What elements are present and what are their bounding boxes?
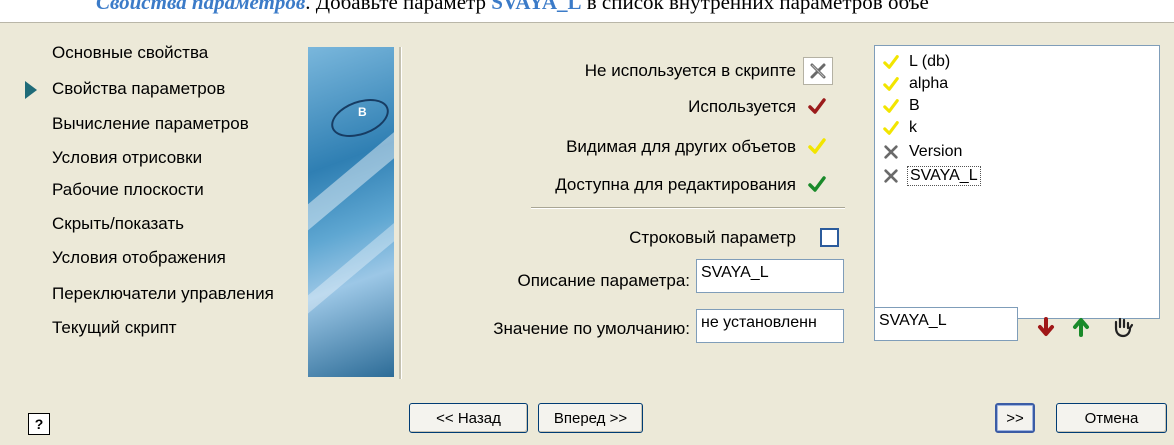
- legend-separator: [531, 207, 845, 209]
- list-item-selected[interactable]: SVAYA_L: [883, 166, 981, 186]
- description-label: Описание параметра:: [517, 271, 690, 290]
- list-item-label: L (db): [909, 53, 951, 70]
- list-item-label: B: [909, 97, 920, 114]
- nav-item-display-conditions[interactable]: Условия отображения: [52, 248, 226, 268]
- legend-not-used-label: Не используется в скрипте: [584, 61, 796, 80]
- legend-used-label: Используется: [688, 97, 796, 116]
- list-item[interactable]: Version: [883, 142, 964, 162]
- caption-strip: Свойства параметров. Добавьте параметр S…: [0, 0, 1174, 22]
- caption-part1: Свойства параметров: [96, 0, 306, 14]
- x-icon[interactable]: [803, 57, 833, 85]
- back-button[interactable]: << Назад: [409, 403, 528, 433]
- parameter-list[interactable]: L (db) alpha B k Version SVAYA_L: [874, 45, 1160, 319]
- nav-item-hide-show[interactable]: Скрыть/показать: [52, 214, 184, 234]
- default-value-input[interactable]: не установленн: [696, 309, 844, 343]
- help-button[interactable]: ?: [28, 413, 50, 435]
- illustration-label: B: [358, 105, 367, 119]
- description-input[interactable]: SVAYA_L: [696, 259, 844, 293]
- illustration-image: B: [308, 47, 394, 377]
- nav-item-control-switches[interactable]: Переключатели управления: [52, 284, 274, 304]
- x-icon: [884, 169, 898, 183]
- arrow-up-icon[interactable]: [1068, 313, 1094, 341]
- caption-part4: в список внутренних параметров объе: [581, 0, 929, 14]
- list-item[interactable]: L (db): [883, 52, 952, 72]
- check-yellow-icon: [883, 55, 899, 69]
- caption-part3: SVAYA_L: [491, 0, 582, 14]
- check-yellow-icon: [803, 133, 831, 159]
- nav-item-work-planes[interactable]: Рабочие плоскости: [52, 180, 204, 200]
- arrow-down-icon[interactable]: [1033, 313, 1059, 341]
- nav-item-drawing-conditions[interactable]: Условия отрисовки: [52, 148, 202, 168]
- check-green-icon: [803, 171, 831, 197]
- next-button[interactable]: Вперед >>: [538, 403, 643, 433]
- check-yellow-icon: [883, 77, 899, 91]
- legend-editable-label: Доступна для редактирования: [555, 175, 796, 194]
- caption-part2: . Добавьте параметр: [305, 0, 492, 14]
- cancel-button[interactable]: Отмена: [1056, 403, 1167, 433]
- x-icon: [884, 145, 898, 159]
- check-red-icon: [803, 93, 831, 119]
- list-item[interactable]: k: [883, 118, 919, 138]
- legend-visible-label: Видимая для других объетов: [566, 137, 796, 156]
- nav-item-parameter-calculation[interactable]: Вычисление параметров: [52, 114, 249, 134]
- string-param-label: Строковый параметр: [629, 228, 796, 247]
- list-item-label: k: [909, 119, 917, 136]
- nav-item-basic-properties[interactable]: Основные свойства: [52, 43, 208, 63]
- hand-icon[interactable]: [1110, 313, 1136, 341]
- default-value-label: Значение по умолчанию:: [493, 319, 690, 338]
- caption-text: Свойства параметров. Добавьте параметр S…: [96, 0, 929, 15]
- vertical-divider: [399, 47, 402, 379]
- list-item[interactable]: B: [883, 96, 922, 116]
- active-step-arrow-icon: [25, 81, 37, 99]
- list-item-label: Version: [909, 143, 963, 160]
- nav-item-parameter-properties[interactable]: Свойства параметров: [52, 79, 225, 99]
- nav-item-current-script[interactable]: Текущий скрипт: [52, 318, 177, 338]
- check-yellow-icon: [883, 121, 899, 135]
- finish-button[interactable]: >>: [995, 403, 1035, 433]
- check-yellow-icon: [883, 99, 899, 113]
- list-item-label: SVAYA_L: [907, 166, 981, 186]
- string-param-checkbox[interactable]: [820, 228, 839, 247]
- wizard-panel: Основные свойства Свойства параметров Вы…: [0, 22, 1174, 445]
- list-item-label: alpha: [909, 75, 949, 92]
- list-item[interactable]: alpha: [883, 74, 950, 94]
- parameter-name-input[interactable]: SVAYA_L: [874, 307, 1018, 341]
